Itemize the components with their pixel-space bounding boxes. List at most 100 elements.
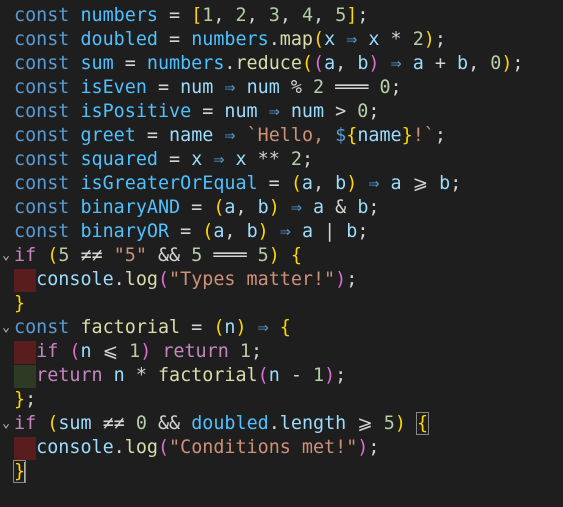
code-token: , bbox=[279, 5, 302, 26]
code-token: x bbox=[191, 149, 203, 170]
code-token: const bbox=[14, 197, 70, 218]
code-token: 5 bbox=[58, 245, 70, 266]
code-token: = bbox=[135, 125, 170, 146]
code-text: const factorial = (n) ⇒ { bbox=[14, 316, 291, 340]
code-token: numbers bbox=[146, 53, 225, 74]
code-line[interactable]: console.log("Conditions met!"); bbox=[0, 436, 563, 460]
code-line[interactable]: ⌄ const factorial = (n) ⇒ { bbox=[0, 316, 563, 340]
code-text: const isGreaterOrEqual = (a, b) ⇒ a ⩾ b; bbox=[14, 172, 461, 196]
code-line[interactable]: ⌄ if (sum ≠≠ 0 && doubled.length ⩾ 5) { bbox=[0, 412, 563, 436]
code-line[interactable]: console.log("Types matter!"); bbox=[0, 268, 563, 292]
code-line[interactable]: const binaryAND = (a, b) ⇒ a & b; bbox=[0, 196, 563, 220]
code-line[interactable]: const isEven = num ⇒ num % 2 ═══ 0; bbox=[0, 76, 563, 100]
code-line[interactable]: ⌄ if (5 ≠≠ "5" && 5 ═══ 5) { bbox=[0, 244, 563, 268]
code-token: "Types matter!" bbox=[169, 269, 336, 290]
code-token: ) bbox=[346, 173, 358, 194]
code-text: return n * factorial(n - 1); bbox=[14, 364, 346, 388]
code-token: } bbox=[401, 125, 413, 146]
code-token: . bbox=[268, 413, 280, 434]
code-token: length bbox=[279, 413, 347, 434]
code-token: n bbox=[268, 365, 280, 386]
code-token: ( bbox=[313, 53, 325, 74]
code-token: ( bbox=[213, 317, 225, 338]
code-token: ; bbox=[450, 173, 462, 194]
code-line[interactable]: const squared = x ⇒ x ** 2; bbox=[0, 148, 563, 172]
code-token: ⩽ bbox=[91, 341, 130, 362]
code-token: const bbox=[14, 101, 70, 122]
chevron-down-icon[interactable]: ⌄ bbox=[0, 244, 12, 268]
code-editor[interactable]: const numbers = [1, 2, 3, 4, 5]; const do… bbox=[0, 0, 563, 507]
chevron-down-icon[interactable]: ⌄ bbox=[0, 412, 12, 436]
code-token: ( bbox=[313, 29, 325, 50]
code-line[interactable]: } bbox=[0, 292, 563, 316]
code-token: const bbox=[14, 173, 70, 194]
code-token: . bbox=[113, 437, 125, 458]
code-token: ; bbox=[434, 125, 446, 146]
code-token: & bbox=[324, 197, 358, 218]
code-token: !` bbox=[412, 125, 435, 146]
code-text: const greet = name ⇒ `Hello, ${name}!`; bbox=[14, 124, 446, 148]
code-line[interactable]: } bbox=[0, 460, 563, 484]
code-line[interactable]: if (n ⩽ 1) return 1; bbox=[0, 340, 563, 364]
code-token: a bbox=[213, 221, 225, 242]
code-token: ⩾ bbox=[401, 173, 440, 194]
code-line[interactable]: const doubled = numbers.map(x ⇒ x * 2); bbox=[0, 28, 563, 52]
code-token: const bbox=[14, 53, 70, 74]
code-token: return bbox=[36, 365, 103, 386]
code-token: = bbox=[169, 221, 203, 242]
code-token: log bbox=[124, 437, 158, 458]
code-text: console.log("Types matter!"); bbox=[14, 268, 357, 292]
code-line[interactable]: }; bbox=[0, 388, 563, 412]
code-token: = bbox=[157, 5, 192, 26]
code-line[interactable]: return n * factorial(n - 1); bbox=[0, 364, 563, 388]
code-token: ⇒ bbox=[290, 197, 302, 218]
code-token: numbers bbox=[80, 5, 158, 26]
code-token: * bbox=[379, 29, 413, 50]
code-token: log bbox=[124, 269, 158, 290]
code-token: 2 bbox=[290, 149, 302, 170]
code-token: | bbox=[313, 221, 347, 242]
code-token: 5 bbox=[335, 5, 347, 26]
code-token: const bbox=[14, 221, 70, 242]
code-line[interactable]: const greet = name ⇒ `Hello, ${name}!`; bbox=[0, 124, 563, 148]
code-token: { bbox=[279, 317, 291, 338]
code-line[interactable]: const isPositive = num ⇒ num > 0; bbox=[0, 100, 563, 124]
code-text: console.log("Conditions met!"); bbox=[14, 436, 379, 460]
code-token: const bbox=[14, 77, 70, 98]
code-token: reduce bbox=[235, 53, 302, 74]
code-token: ; bbox=[368, 197, 380, 218]
code-token: binaryAND bbox=[80, 197, 181, 218]
code-token: + bbox=[423, 53, 457, 74]
code-token: { bbox=[290, 245, 302, 266]
code-token: ⇒ bbox=[390, 53, 402, 74]
code-token: = bbox=[157, 29, 192, 50]
code-token: name bbox=[169, 125, 214, 146]
code-token: , bbox=[213, 5, 236, 26]
chevron-down-icon[interactable]: ⌄ bbox=[0, 316, 12, 340]
code-text: if (n ⩽ 1) return 1; bbox=[14, 340, 262, 364]
code-line[interactable]: const isGreaterOrEqual = (a, b) ⇒ a ⩾ b; bbox=[0, 172, 563, 196]
code-token: if bbox=[14, 413, 37, 434]
code-token: b bbox=[357, 197, 369, 218]
code-token: const bbox=[14, 125, 70, 146]
code-text: const doubled = numbers.map(x ⇒ x * 2); bbox=[14, 28, 446, 52]
code-text: } bbox=[12, 460, 27, 484]
code-token: % bbox=[279, 77, 313, 98]
code-line[interactable]: const numbers = [1, 2, 3, 4, 5]; bbox=[0, 4, 563, 28]
code-token: b bbox=[439, 173, 451, 194]
code-line[interactable]: const binaryOR = (a, b) ⇒ a | b; bbox=[0, 220, 563, 244]
code-line[interactable]: const sum = numbers.reduce((a, b) ⇒ a + … bbox=[0, 52, 563, 76]
code-token: ; bbox=[512, 53, 524, 74]
